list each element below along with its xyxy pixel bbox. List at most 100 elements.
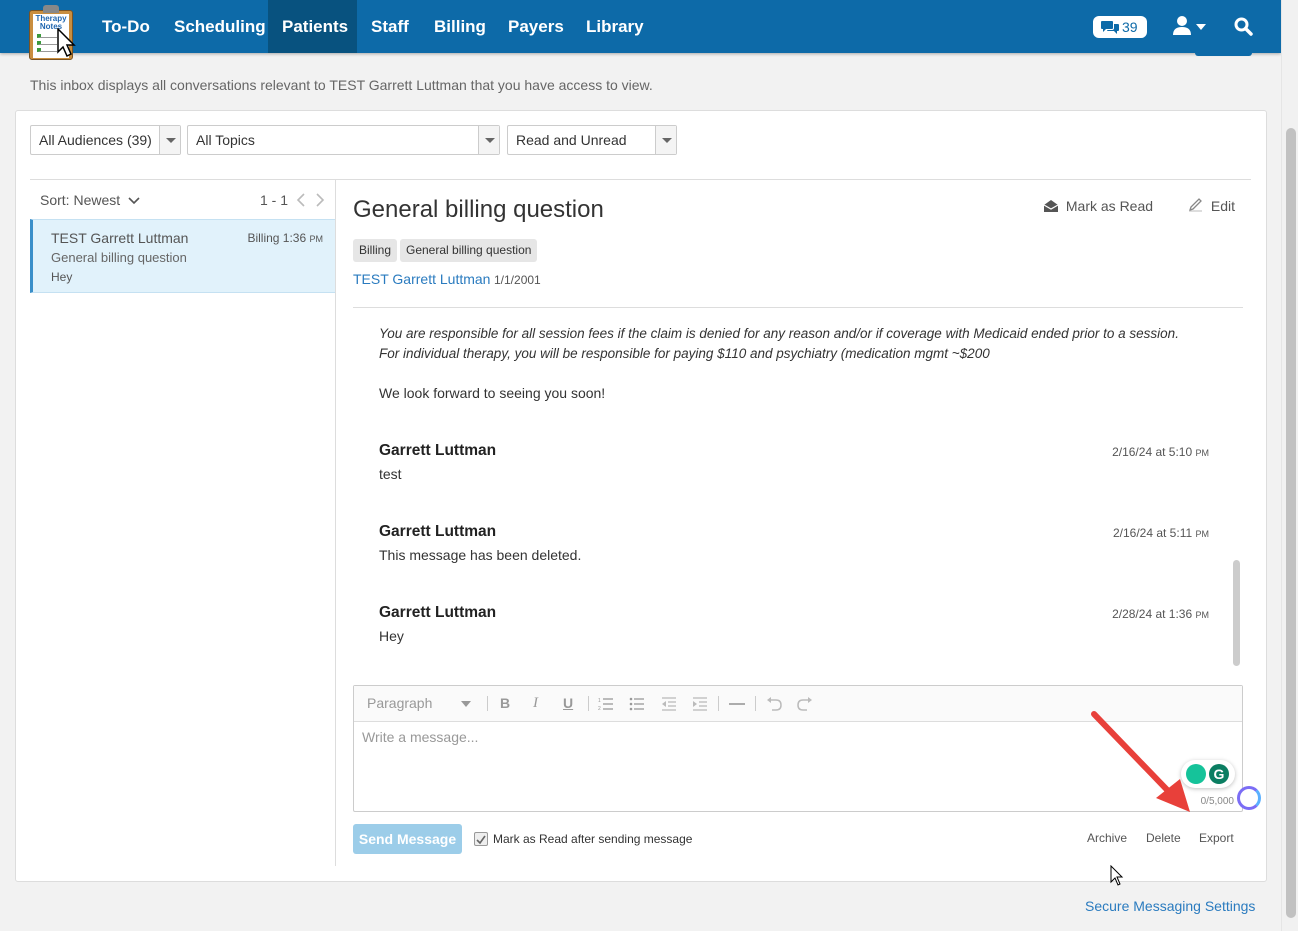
underline-icon[interactable]: U [563,695,573,711]
read-state-filter[interactable]: Read and Unread [507,125,677,155]
topic-filter-value: All Topics [196,132,255,148]
mark-read-after-checkbox[interactable] [474,832,488,846]
conversation-time: 1:36 [282,231,307,245]
chat-bubbles-icon [1101,21,1119,34]
audience-filter[interactable]: All Audiences (39) [30,125,181,155]
message-ampm: PM [1195,448,1210,458]
edit-label: Edit [1210,198,1236,214]
nav-patients[interactable]: Patients [268,0,357,53]
message-body-line: You are responsible for all session fees… [379,326,1179,341]
page-scrollbar[interactable] [1281,0,1298,931]
audience-filter-value: All Audiences (39) [39,132,152,148]
conversation-preview: Hey [51,270,73,284]
svg-text:1: 1 [598,698,601,704]
checkmark-icon [476,835,486,845]
message-date: 2/16/24 at 5:10 [1112,445,1193,459]
conversation-meta: Billing 1:36 PM [247,231,323,245]
chevron-left-icon[interactable] [296,193,306,207]
sort-dropdown[interactable]: Sort: Newest [40,192,140,208]
thread-subject: General billing question [353,196,604,223]
patient-link[interactable]: TEST Garrett Luttman [353,271,490,287]
message-body-line: We look forward to seeing you soon! [379,385,606,401]
message-ampm: PM [1195,529,1210,539]
red-arrow-icon [1091,711,1190,812]
conversation-ampm: PM [309,234,324,244]
top-nav: Therapy Notes To-Do Scheduling Patients … [0,0,1281,60]
conversation-category: Billing [247,231,280,245]
bold-icon[interactable]: B [500,695,510,711]
undo-icon[interactable] [766,696,782,711]
search-icon[interactable] [1234,17,1253,36]
delete-button[interactable]: Delete [1146,831,1181,845]
format-select[interactable]: Paragraph [367,695,432,711]
therapynotes-logo[interactable]: Therapy Notes [29,4,76,60]
message-text: test [379,466,402,482]
read-state-filter-value: Read and Unread [516,132,627,148]
conversation-item[interactable]: TEST Garrett Luttman Billing 1:36 PM Gen… [30,219,335,293]
message-author: Garrett Luttman [379,523,497,540]
divider [30,179,1251,180]
pagination: 1 - 1 [260,192,289,208]
partially-hidden-button[interactable] [1195,50,1252,56]
outdent-icon[interactable] [661,697,677,711]
chevron-down-icon [128,197,140,205]
nav-staff[interactable]: Staff [357,0,423,53]
message-date: 2/16/24 at 5:11 [1112,526,1193,540]
message-ampm: PM [1195,610,1210,620]
nav-billing[interactable]: Billing [420,0,500,53]
chevron-right-icon[interactable] [315,193,325,207]
mark-as-read-button[interactable]: Mark as Read [1043,198,1153,214]
italic-icon[interactable]: I [533,695,538,712]
send-message-button[interactable]: Send Message [353,824,462,854]
ordered-list-icon[interactable]: 12 [598,697,614,711]
topic-filter[interactable]: All Topics [187,125,500,155]
message-timestamp: 2/16/24 at 5:10 PM [1112,445,1209,459]
thread-scrollbar[interactable] [1233,560,1240,666]
sort-label: Sort: Newest [40,192,121,208]
mark-as-read-label: Mark as Read [1065,198,1154,214]
redo-icon[interactable] [797,696,813,711]
pencil-icon [1188,198,1202,212]
tag-topic: General billing question [400,239,538,262]
patient-dob: 1/1/2001 [494,273,541,287]
character-counter: 0/5,000 [1200,796,1234,807]
messages-badge[interactable]: 39 [1093,16,1147,38]
nav-scheduling[interactable]: Scheduling [160,0,280,53]
message-timestamp: 2/28/24 at 1:36 PM [1112,607,1209,621]
grammarly-icon[interactable]: G [1209,764,1229,784]
edit-button[interactable]: Edit [1188,198,1235,214]
mark-read-after-label[interactable]: Mark as Read after sending message [493,832,692,846]
message-timestamp: 2/16/24 at 5:11 PM [1113,526,1209,540]
inbox-description: This inbox displays all conversations re… [30,77,653,93]
message-author: Garrett Luttman [379,604,497,621]
conversation-subject: General billing question [51,250,187,265]
nav-payers[interactable]: Payers [494,0,578,53]
envelope-open-icon [1043,200,1059,212]
mouse-cursor-icon [1110,865,1124,886]
divider [353,307,1243,308]
nav-library[interactable]: Library [572,0,658,53]
logo-cursor-icon [57,28,76,58]
export-button[interactable]: Export [1199,831,1234,845]
secure-messaging-settings-link[interactable]: Secure Messaging Settings [1085,898,1255,914]
message-text: Hey [379,628,404,644]
nav-todo[interactable]: To-Do [88,0,164,53]
messages-count: 39 [1122,19,1138,35]
horizontal-rule-icon[interactable] [729,703,745,705]
assistant-icon[interactable] [1237,786,1261,810]
archive-button[interactable]: Archive [1087,831,1127,845]
chevron-down-icon [159,126,180,154]
chevron-down-icon [461,701,471,707]
divider [335,180,336,866]
message-date: 2/28/24 at 1:36 [1112,607,1193,621]
chevron-down-icon [655,126,676,154]
svg-text:2: 2 [598,706,601,711]
tag-billing: Billing [353,239,398,262]
message-input[interactable]: Write a message... [362,729,478,745]
bullet-list-icon[interactable] [629,697,645,711]
message-body-line: For individual therapy, you will be resp… [379,346,990,361]
message-author: Garrett Luttman [379,442,497,459]
conversation-name: TEST Garrett Luttman [51,230,189,246]
indent-icon[interactable] [692,697,708,711]
user-menu-icon[interactable] [1173,16,1209,36]
